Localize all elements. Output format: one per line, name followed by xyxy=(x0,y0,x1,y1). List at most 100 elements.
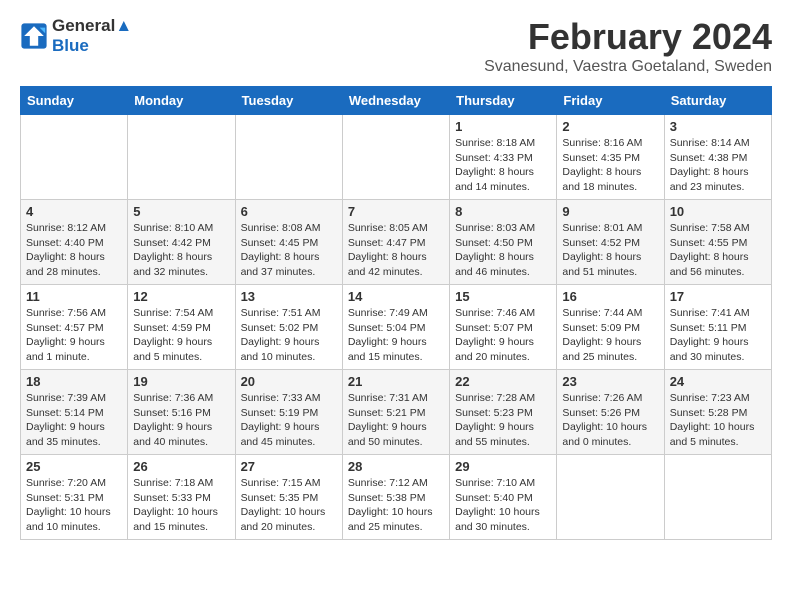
day-number: 5 xyxy=(133,204,229,219)
day-info: Sunrise: 8:05 AM Sunset: 4:47 PM Dayligh… xyxy=(348,221,444,280)
day-info: Sunrise: 7:33 AM Sunset: 5:19 PM Dayligh… xyxy=(241,391,337,450)
calendar-cell: 22 Sunrise: 7:28 AM Sunset: 5:23 PM Dayli… xyxy=(450,370,557,455)
day-headers-row: SundayMondayTuesdayWednesdayThursdayFrid… xyxy=(21,87,772,115)
day-info: Sunrise: 8:16 AM Sunset: 4:35 PM Dayligh… xyxy=(562,136,658,195)
week-row-2: 4 Sunrise: 8:12 AM Sunset: 4:40 PM Daylig… xyxy=(21,200,772,285)
day-header-monday: Monday xyxy=(128,87,235,115)
week-row-5: 25Sunrise: 7:20 AM Sunset: 5:31 PM Dayli… xyxy=(21,455,772,540)
day-header-thursday: Thursday xyxy=(450,87,557,115)
day-number: 25 xyxy=(26,459,122,474)
week-row-3: 11 Sunrise: 7:56 AM Sunset: 4:57 PM Dayli… xyxy=(21,285,772,370)
calendar-cell: 28 Sunrise: 7:12 AM Sunset: 5:38 PM Dayli… xyxy=(342,455,449,540)
calendar-cell: 14 Sunrise: 7:49 AM Sunset: 5:04 PM Dayli… xyxy=(342,285,449,370)
day-number: 16 xyxy=(562,289,658,304)
day-number: 29 xyxy=(455,459,551,474)
calendar-cell: 6 Sunrise: 8:08 AM Sunset: 4:45 PM Daylig… xyxy=(235,200,342,285)
day-info: Sunrise: 7:49 AM Sunset: 5:04 PM Dayligh… xyxy=(348,306,444,365)
day-number: 17 xyxy=(670,289,766,304)
day-number: 9 xyxy=(562,204,658,219)
calendar-cell: 12 Sunrise: 7:54 AM Sunset: 4:59 PM Dayli… xyxy=(128,285,235,370)
calendar-cell: 17 Sunrise: 7:41 AM Sunset: 5:11 PM Dayli… xyxy=(664,285,771,370)
calendar-cell: 13 Sunrise: 7:51 AM Sunset: 5:02 PM Dayli… xyxy=(235,285,342,370)
calendar-cell: 7 Sunrise: 8:05 AM Sunset: 4:47 PM Daylig… xyxy=(342,200,449,285)
day-info: Sunrise: 8:18 AM Sunset: 4:33 PM Dayligh… xyxy=(455,136,551,195)
day-info: Sunrise: 7:26 AM Sunset: 5:26 PM Dayligh… xyxy=(562,391,658,450)
day-info: Sunrise: 7:15 AM Sunset: 5:35 PM Dayligh… xyxy=(241,476,337,535)
day-number: 28 xyxy=(348,459,444,474)
day-info: Sunrise: 7:58 AM Sunset: 4:55 PM Dayligh… xyxy=(670,221,766,280)
day-info: Sunrise: 7:44 AM Sunset: 5:09 PM Dayligh… xyxy=(562,306,658,365)
day-number: 19 xyxy=(133,374,229,389)
day-info: Sunrise: 8:12 AM Sunset: 4:40 PM Dayligh… xyxy=(26,221,122,280)
day-number: 21 xyxy=(348,374,444,389)
day-number: 4 xyxy=(26,204,122,219)
day-info: Sunrise: 7:51 AM Sunset: 5:02 PM Dayligh… xyxy=(241,306,337,365)
calendar-table: SundayMondayTuesdayWednesdayThursdayFrid… xyxy=(20,86,772,540)
calendar-cell: 29 Sunrise: 7:10 AM Sunset: 5:40 PM Dayli… xyxy=(450,455,557,540)
day-info: Sunrise: 8:01 AM Sunset: 4:52 PM Dayligh… xyxy=(562,221,658,280)
day-info: Sunrise: 7:18 AM Sunset: 5:33 PM Dayligh… xyxy=(133,476,229,535)
logo-icon xyxy=(20,22,48,50)
calendar-cell: 8 Sunrise: 8:03 AM Sunset: 4:50 PM Daylig… xyxy=(450,200,557,285)
day-info: Sunrise: 7:12 AM Sunset: 5:38 PM Dayligh… xyxy=(348,476,444,535)
day-number: 23 xyxy=(562,374,658,389)
calendar-cell: 10 Sunrise: 7:58 AM Sunset: 4:55 PM Dayli… xyxy=(664,200,771,285)
day-number: 12 xyxy=(133,289,229,304)
location-title: Svanesund, Vaestra Goetaland, Sweden xyxy=(484,58,772,76)
day-info: Sunrise: 8:10 AM Sunset: 4:42 PM Dayligh… xyxy=(133,221,229,280)
day-info: Sunrise: 7:41 AM Sunset: 5:11 PM Dayligh… xyxy=(670,306,766,365)
day-info: Sunrise: 7:46 AM Sunset: 5:07 PM Dayligh… xyxy=(455,306,551,365)
day-info: Sunrise: 7:31 AM Sunset: 5:21 PM Dayligh… xyxy=(348,391,444,450)
day-number: 6 xyxy=(241,204,337,219)
calendar-cell: 9 Sunrise: 8:01 AM Sunset: 4:52 PM Daylig… xyxy=(557,200,664,285)
calendar-cell xyxy=(21,115,128,200)
day-info: Sunrise: 8:08 AM Sunset: 4:45 PM Dayligh… xyxy=(241,221,337,280)
day-number: 10 xyxy=(670,204,766,219)
calendar-cell xyxy=(128,115,235,200)
day-number: 27 xyxy=(241,459,337,474)
day-number: 3 xyxy=(670,119,766,134)
day-number: 1 xyxy=(455,119,551,134)
day-info: Sunrise: 7:28 AM Sunset: 5:23 PM Dayligh… xyxy=(455,391,551,450)
day-info: Sunrise: 7:54 AM Sunset: 4:59 PM Dayligh… xyxy=(133,306,229,365)
calendar-cell: 26 Sunrise: 7:18 AM Sunset: 5:33 PM Dayli… xyxy=(128,455,235,540)
calendar-cell: 23 Sunrise: 7:26 AM Sunset: 5:26 PM Dayli… xyxy=(557,370,664,455)
calendar-cell: 27 Sunrise: 7:15 AM Sunset: 5:35 PM Dayli… xyxy=(235,455,342,540)
day-info: Sunrise: 7:36 AM Sunset: 5:16 PM Dayligh… xyxy=(133,391,229,450)
day-number: 13 xyxy=(241,289,337,304)
day-number: 7 xyxy=(348,204,444,219)
day-info: Sunrise: 8:03 AM Sunset: 4:50 PM Dayligh… xyxy=(455,221,551,280)
day-header-tuesday: Tuesday xyxy=(235,87,342,115)
month-title: February 2024 xyxy=(484,16,772,58)
calendar-cell: 18Sunrise: 7:39 AM Sunset: 5:14 PM Dayli… xyxy=(21,370,128,455)
day-number: 26 xyxy=(133,459,229,474)
day-header-friday: Friday xyxy=(557,87,664,115)
calendar-cell: 3 Sunrise: 8:14 AM Sunset: 4:38 PM Daylig… xyxy=(664,115,771,200)
calendar-cell: 25Sunrise: 7:20 AM Sunset: 5:31 PM Dayli… xyxy=(21,455,128,540)
day-info: Sunrise: 8:14 AM Sunset: 4:38 PM Dayligh… xyxy=(670,136,766,195)
calendar-cell: 2Sunrise: 8:16 AM Sunset: 4:35 PM Daylig… xyxy=(557,115,664,200)
logo: General▲ Blue xyxy=(20,16,132,56)
day-info: Sunrise: 7:56 AM Sunset: 4:57 PM Dayligh… xyxy=(26,306,122,365)
day-number: 20 xyxy=(241,374,337,389)
day-number: 15 xyxy=(455,289,551,304)
calendar-cell: 24Sunrise: 7:23 AM Sunset: 5:28 PM Dayli… xyxy=(664,370,771,455)
calendar-cell: 20 Sunrise: 7:33 AM Sunset: 5:19 PM Dayli… xyxy=(235,370,342,455)
logo-text: General▲ Blue xyxy=(52,16,132,56)
day-info: Sunrise: 7:23 AM Sunset: 5:28 PM Dayligh… xyxy=(670,391,766,450)
day-number: 22 xyxy=(455,374,551,389)
day-number: 14 xyxy=(348,289,444,304)
day-number: 8 xyxy=(455,204,551,219)
calendar-cell xyxy=(235,115,342,200)
calendar-cell: 19 Sunrise: 7:36 AM Sunset: 5:16 PM Dayli… xyxy=(128,370,235,455)
day-header-wednesday: Wednesday xyxy=(342,87,449,115)
day-info: Sunrise: 7:39 AM Sunset: 5:14 PM Dayligh… xyxy=(26,391,122,450)
day-header-sunday: Sunday xyxy=(21,87,128,115)
calendar-cell: 11 Sunrise: 7:56 AM Sunset: 4:57 PM Dayli… xyxy=(21,285,128,370)
calendar-cell: 4 Sunrise: 8:12 AM Sunset: 4:40 PM Daylig… xyxy=(21,200,128,285)
week-row-1: 1 Sunrise: 8:18 AM Sunset: 4:33 PM Daylig… xyxy=(21,115,772,200)
calendar-cell: 1 Sunrise: 8:18 AM Sunset: 4:33 PM Daylig… xyxy=(450,115,557,200)
day-info: Sunrise: 7:10 AM Sunset: 5:40 PM Dayligh… xyxy=(455,476,551,535)
week-row-4: 18Sunrise: 7:39 AM Sunset: 5:14 PM Dayli… xyxy=(21,370,772,455)
day-number: 11 xyxy=(26,289,122,304)
